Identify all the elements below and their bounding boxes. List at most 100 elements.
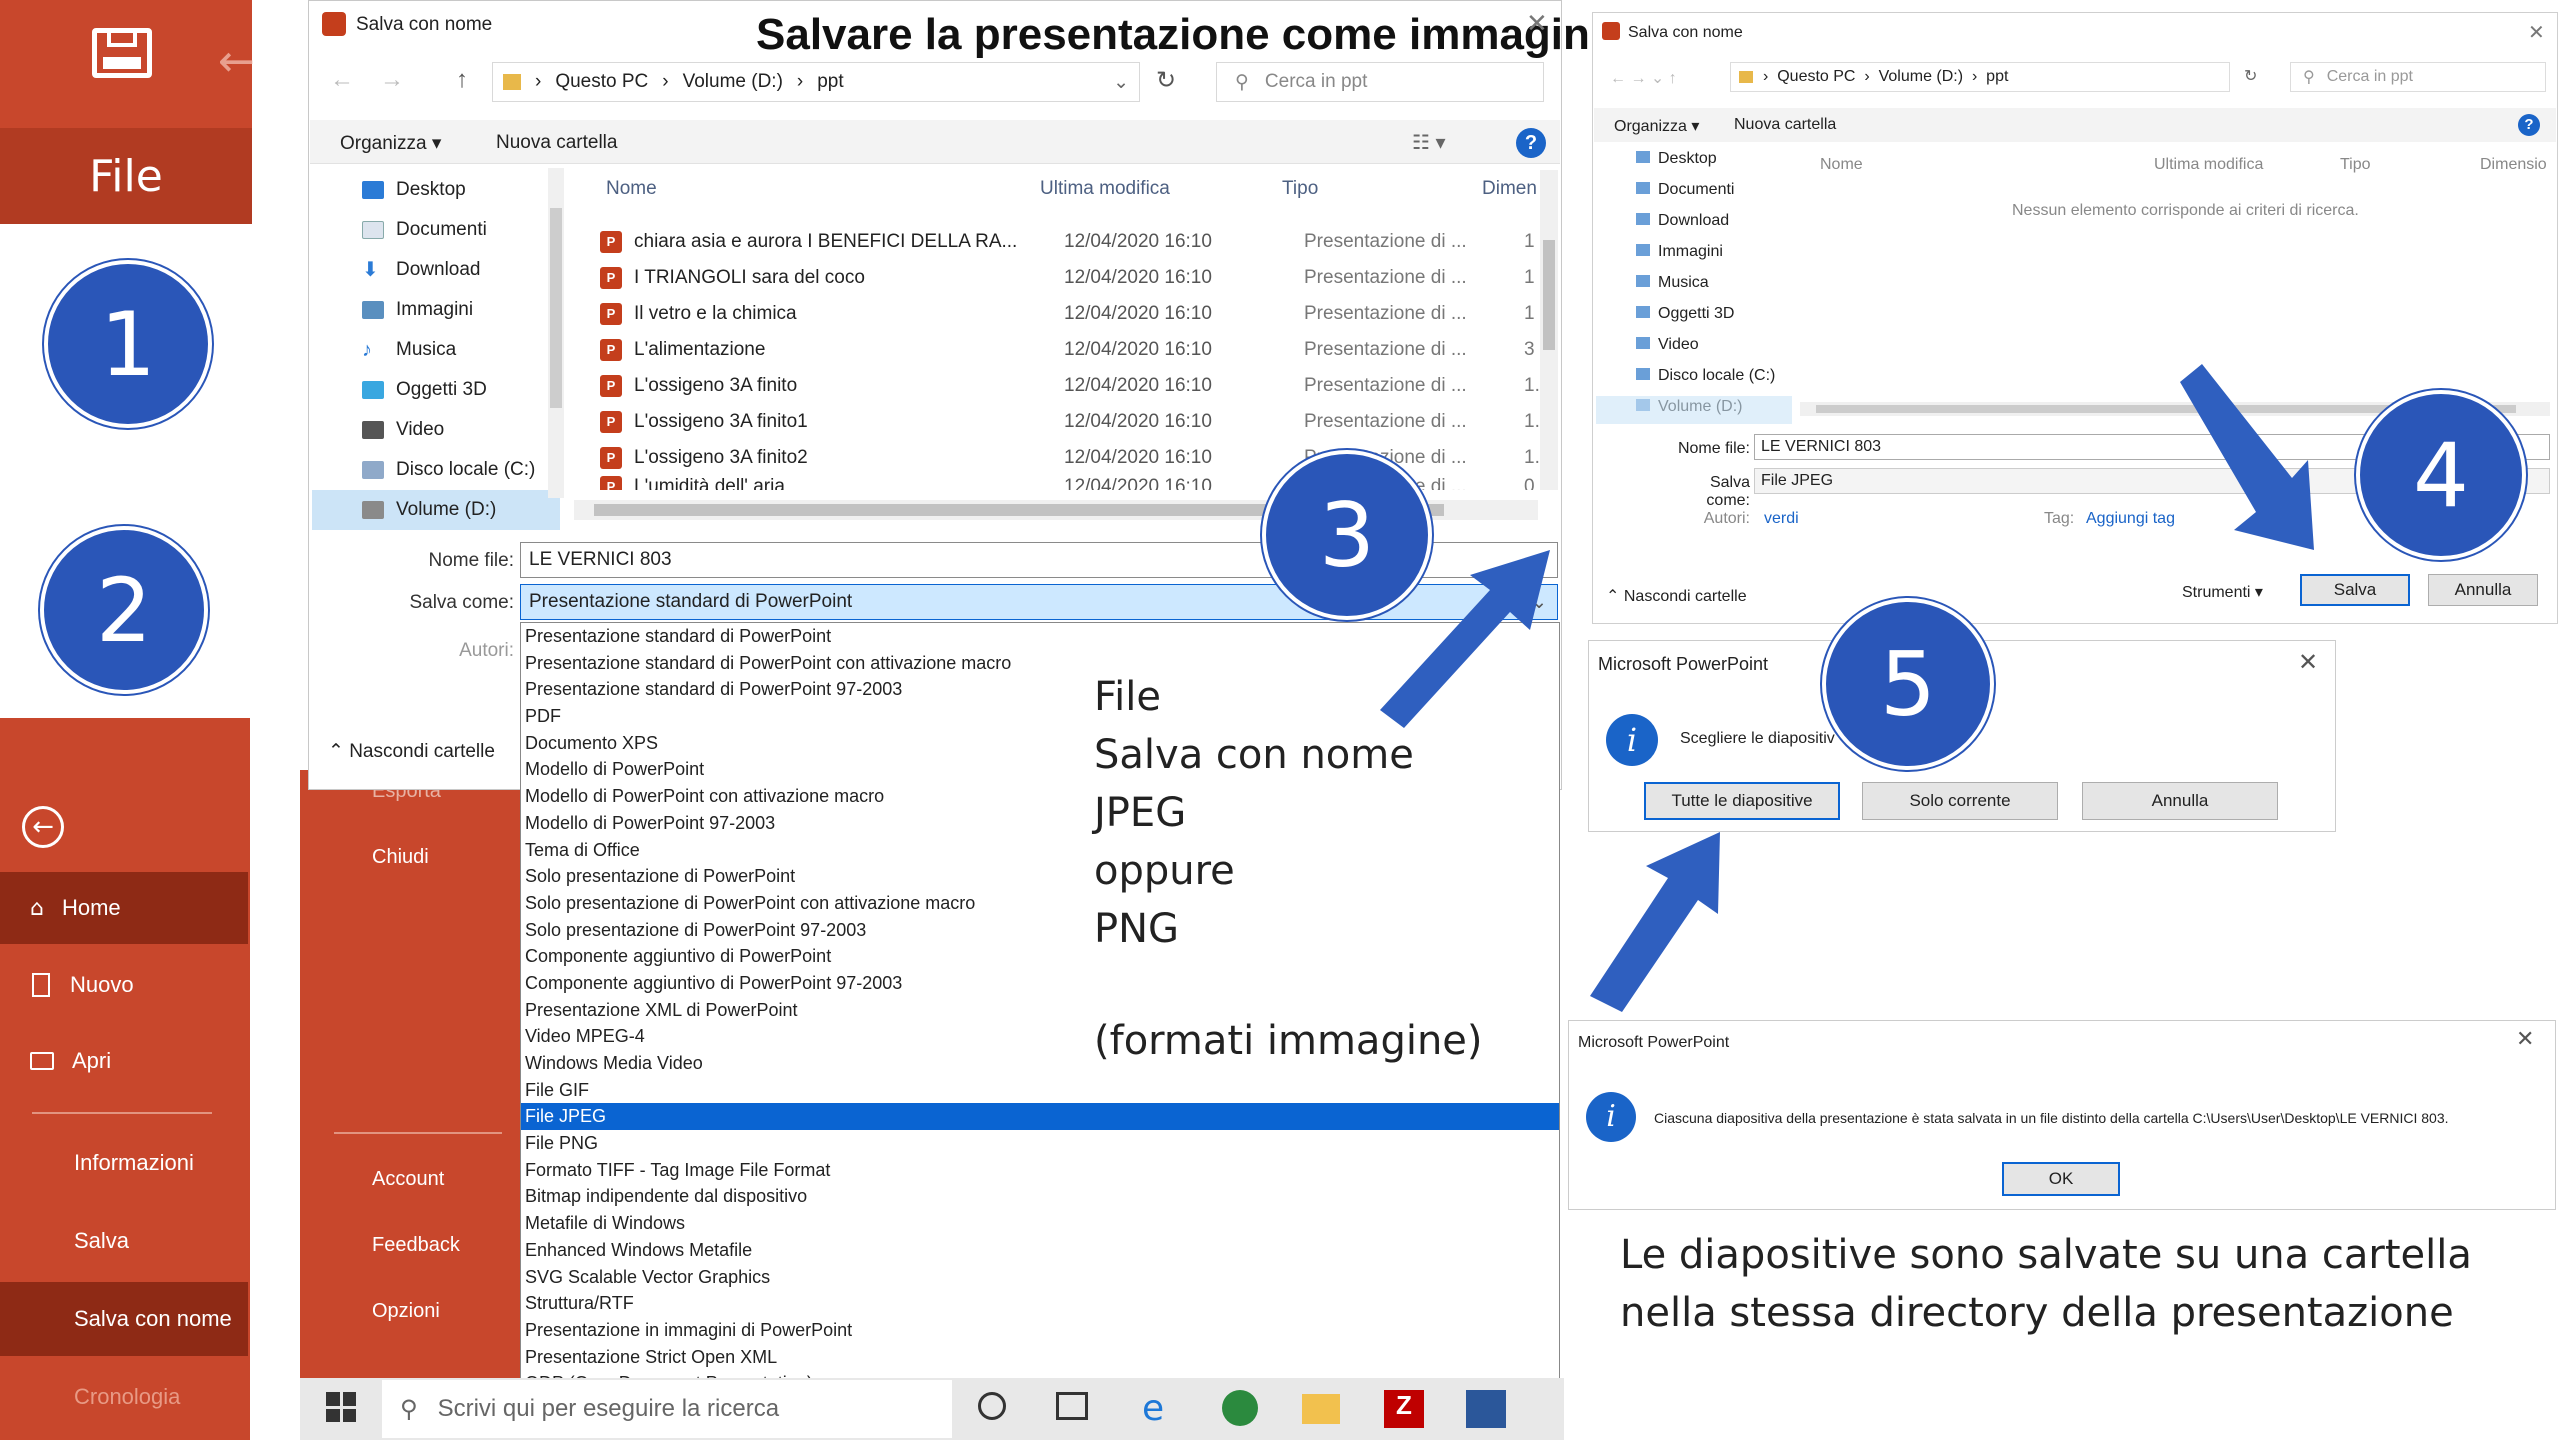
new-folder-button[interactable]: Nuova cartella — [496, 132, 617, 154]
new-folder-button[interactable]: Nuova cartella — [1734, 116, 1836, 134]
organize-button[interactable]: Organizza ▾ — [1614, 116, 1699, 136]
nav-3d[interactable]: Oggetti 3D — [362, 370, 552, 410]
breadcrumb-ppt[interactable]: ppt — [817, 71, 843, 93]
save-button[interactable]: Salva — [2300, 574, 2410, 606]
menu-new[interactable]: Nuovo — [0, 950, 248, 1020]
nav2-item[interactable]: Desktop — [1636, 150, 1717, 168]
format-option[interactable]: Bitmap indipendente dal dispositivo — [521, 1183, 1559, 1210]
menu-options[interactable]: Opzioni — [372, 1300, 440, 1323]
search-box[interactable]: ⚲ Cerca in ppt — [1216, 62, 1544, 102]
close-icon[interactable]: ✕ — [2298, 648, 2318, 677]
format-option[interactable]: Presentazione in immagini di PowerPoint — [521, 1317, 1559, 1344]
filezilla-icon[interactable]: Z — [1384, 1390, 1424, 1428]
task-view-icon[interactable] — [1056, 1392, 1088, 1420]
nav2-item[interactable]: Musica — [1636, 274, 1709, 292]
windows-start-icon[interactable] — [326, 1392, 356, 1422]
format-option[interactable]: Modello di PowerPoint con attivazione ma… — [521, 783, 1559, 810]
all-slides-button[interactable]: Tutte le diapositive — [1644, 782, 1840, 820]
breadcrumb-pc[interactable]: Questo PC — [1777, 68, 1855, 86]
close-icon[interactable]: ✕ — [2528, 20, 2545, 45]
format-option[interactable]: Formato TIFF - Tag Image File Format — [521, 1157, 1559, 1184]
col-name-2[interactable]: Nome — [1820, 156, 1863, 174]
author-value-2[interactable]: verdi — [1764, 510, 1799, 528]
format-option[interactable]: Solo presentazione di PowerPoint con att… — [521, 890, 1559, 917]
format-option[interactable]: Componente aggiuntivo di PowerPoint 97-2… — [521, 970, 1559, 997]
col-name[interactable]: Nome — [606, 178, 657, 200]
format-option[interactable]: Solo presentazione di PowerPoint 97-2003 — [521, 917, 1559, 944]
breadcrumb-pc[interactable]: Questo PC — [555, 71, 648, 93]
breadcrumb-ppt[interactable]: ppt — [1986, 68, 2008, 86]
cancel-button[interactable]: Annulla — [2082, 782, 2278, 820]
file-row[interactable]: Pchiara asia e aurora I BENEFICI DELLA R… — [600, 224, 1535, 260]
format-option[interactable]: Componente aggiuntivo di PowerPoint — [521, 943, 1559, 970]
breadcrumb-volume[interactable]: Volume (D:) — [1879, 68, 1963, 86]
help-icon[interactable]: ? — [1516, 128, 1546, 158]
close-icon[interactable]: ✕ — [1526, 8, 1548, 39]
menu-feedback[interactable]: Feedback — [372, 1234, 460, 1257]
search-box-2[interactable]: ⚲ Cerca in ppt — [2290, 62, 2546, 92]
refresh-icon[interactable]: ↻ — [2244, 66, 2257, 86]
current-only-button[interactable]: Solo corrente — [1862, 782, 2058, 820]
tag-value-2[interactable]: Aggiungi tag — [2086, 510, 2175, 528]
nav-music[interactable]: ♪ Musica — [362, 330, 552, 370]
format-option[interactable]: SVG Scalable Vector Graphics — [521, 1264, 1559, 1291]
nav2-item[interactable]: Video — [1636, 336, 1699, 354]
nav-scrollbar[interactable] — [548, 168, 564, 498]
refresh-icon[interactable]: ↻ — [1156, 66, 1176, 94]
close-icon[interactable]: ✕ — [2516, 1026, 2534, 1052]
backstage-back-icon[interactable]: ← — [22, 806, 64, 848]
format-option[interactable]: Tema di Office — [521, 837, 1559, 864]
nav-downloads[interactable]: ⬇ Download — [362, 250, 552, 290]
nav-documents[interactable]: Documenti — [362, 210, 552, 250]
file-row[interactable]: P L'ossigeno 3A finito1 12/04/2020 16:10 Pr… — [600, 404, 1550, 440]
file-row[interactable]: P L'ossigeno 3A finito 12/04/2020 16:10 Pre… — [600, 368, 1550, 404]
file-tab[interactable]: File — [0, 128, 252, 224]
nav2-item[interactable]: Oggetti 3D — [1636, 305, 1734, 323]
menu-open[interactable]: Apri — [0, 1026, 248, 1096]
tools-button[interactable]: Strumenti ▾ — [2182, 582, 2263, 602]
organize-button[interactable]: Organizza ▾ — [340, 132, 441, 155]
menu-info[interactable]: Informazioni — [74, 1150, 194, 1176]
nav2-item[interactable]: Immagini — [1636, 243, 1723, 261]
nav-desktop[interactable]: Desktop — [362, 170, 552, 210]
address-bar[interactable]: › Questo PC › Volume (D:) › ppt ⌄ — [492, 62, 1140, 102]
edge-icon[interactable]: e — [1142, 1388, 1164, 1429]
menu-history[interactable]: Cronologia — [74, 1384, 180, 1410]
nav-forward-icon[interactable]: → — [380, 66, 404, 94]
file-explorer-icon[interactable] — [1302, 1394, 1340, 1424]
col-type[interactable]: Tipo — [1282, 178, 1318, 200]
menu-home[interactable]: ⌂ Home — [0, 872, 248, 944]
col-modified[interactable]: Ultima modifica — [1040, 178, 1170, 200]
chevron-down-icon[interactable]: ⌄ — [1113, 71, 1129, 94]
nav-video[interactable]: Video — [362, 410, 552, 450]
menu-save[interactable]: Salva — [74, 1228, 129, 1254]
file-row[interactable]: P I TRIANGOLI sara del coco 12/04/2020 16:… — [600, 260, 1535, 296]
breadcrumb-volume[interactable]: Volume (D:) — [683, 71, 783, 93]
ok-button[interactable]: OK — [2002, 1162, 2120, 1196]
menu-save-as[interactable]: Salva con nome — [0, 1282, 248, 1356]
view-icon[interactable]: ☷ ▾ — [1412, 130, 1446, 155]
format-option[interactable]: File PNG — [521, 1130, 1559, 1157]
file-row[interactable]: P L'alimentazione 12/04/2020 16:10 Presenta… — [600, 332, 1535, 368]
format-option[interactable]: Solo presentazione di PowerPoint — [521, 863, 1559, 890]
menu-close[interactable]: Chiudi — [372, 846, 429, 869]
format-option[interactable]: Metafile di Windows — [521, 1210, 1559, 1237]
nav2-item[interactable]: Disco locale (C:) — [1636, 367, 1775, 385]
format-option[interactable]: Presentazione Strict Open XML — [521, 1344, 1559, 1371]
cancel-button[interactable]: Annulla — [2428, 574, 2538, 606]
cortana-icon[interactable] — [978, 1392, 1006, 1420]
format-option[interactable]: Modello di PowerPoint 97-2003 — [521, 810, 1559, 837]
menu-account[interactable]: Account — [372, 1168, 444, 1191]
col-size-2[interactable]: Dimensio — [2480, 156, 2547, 174]
nav-volume-d[interactable]: Volume (D:) — [312, 490, 560, 530]
format-option[interactable]: Struttura/RTF — [521, 1290, 1559, 1317]
nav-disk-c[interactable]: Disco locale (C:) — [362, 450, 552, 490]
col-size[interactable]: Dimen — [1482, 178, 1537, 200]
hide-folders-toggle[interactable]: ⌃ Nascondi cartelle — [328, 740, 495, 763]
nav-up-icon[interactable]: ↑ — [456, 66, 468, 94]
nav-arrows-icon[interactable]: ← → ⌄ ↑ — [1610, 68, 1677, 88]
back-arrow-icon[interactable]: ← — [218, 36, 255, 87]
nav2-item[interactable]: Download — [1636, 212, 1729, 230]
file-row[interactable]: P Il vetro e la chimica 12/04/2020 16:10 Pr… — [600, 296, 1535, 332]
taskbar-search[interactable]: ⚲ Scrivi qui per eseguire la ricerca — [382, 1380, 952, 1438]
